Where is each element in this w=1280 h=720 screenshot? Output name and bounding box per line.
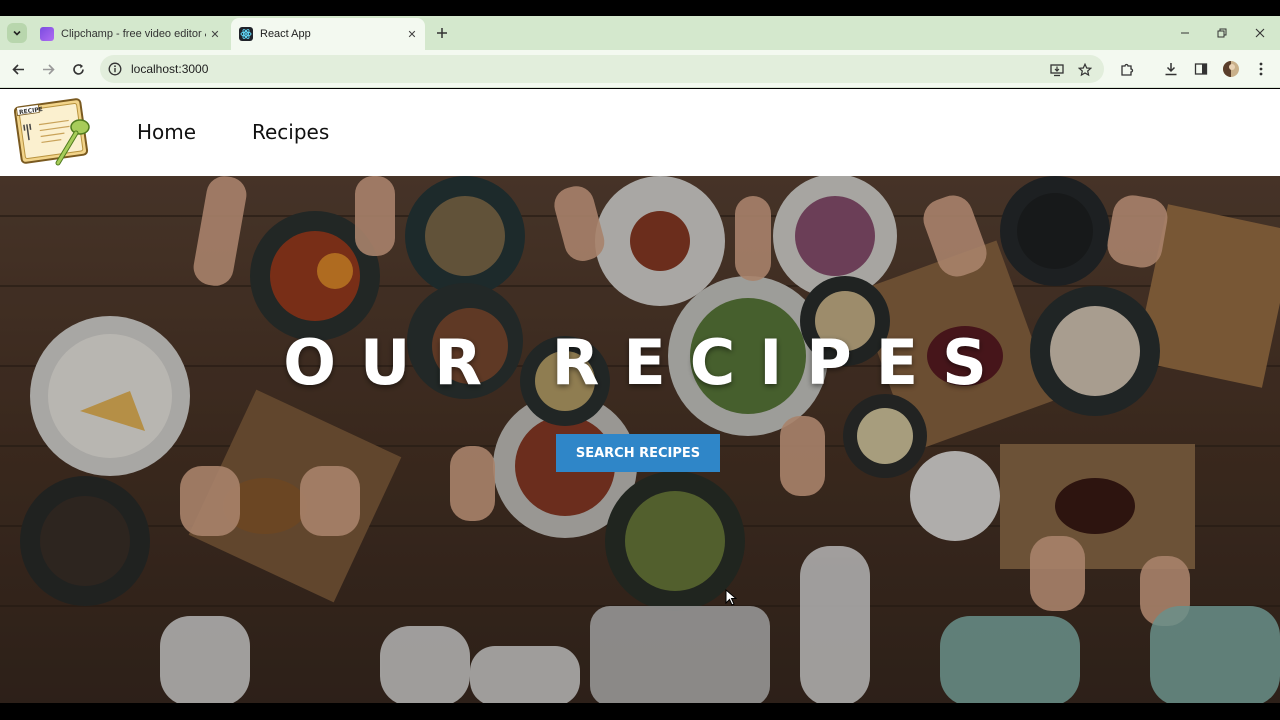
address-bar[interactable]: localhost:3000 — [100, 55, 1104, 83]
forward-button[interactable] — [37, 58, 59, 80]
install-app-button[interactable] — [1048, 61, 1066, 79]
search-recipes-button[interactable]: SEARCH RECIPES — [556, 434, 720, 472]
side-panel-button[interactable] — [1192, 60, 1210, 78]
arrow-left-icon — [11, 63, 24, 75]
tab-title: React App — [260, 28, 311, 40]
hero-title: OUR RECIPES — [283, 326, 1011, 399]
tab-clipchamp[interactable]: Clipchamp - free video editor & ... ✕ — [32, 18, 228, 50]
browser-tab-strip: Clipchamp - free video editor & ... ✕ Re… — [0, 16, 1280, 50]
downloads-button[interactable] — [1162, 60, 1180, 78]
new-tab-button[interactable] — [432, 23, 452, 43]
reload-button[interactable] — [67, 58, 89, 80]
arrow-right-icon — [42, 63, 55, 75]
download-icon — [1165, 63, 1177, 76]
nav-home[interactable]: Home — [137, 120, 196, 144]
url-text[interactable]: localhost:3000 — [131, 62, 208, 76]
nav-recipes[interactable]: Recipes — [252, 120, 329, 144]
browser-toolbar: localhost:3000 — [0, 50, 1280, 88]
profile-avatar[interactable] — [1222, 60, 1240, 78]
reload-icon — [72, 63, 84, 75]
react-icon — [239, 27, 253, 41]
tab-title: Clipchamp - free video editor & ... — [61, 28, 206, 40]
tab-react-app[interactable]: React App ✕ — [231, 18, 425, 50]
tab-search-button[interactable] — [7, 23, 27, 43]
restore-icon — [1217, 28, 1227, 38]
close-icon — [1255, 28, 1265, 38]
more-vertical-icon — [1259, 62, 1263, 76]
back-button[interactable] — [7, 58, 29, 80]
close-tab-icon[interactable]: ✕ — [403, 25, 421, 43]
recipe-book-logo[interactable]: RECIPE — [14, 97, 98, 169]
install-icon — [1050, 64, 1064, 77]
puzzle-icon — [1120, 63, 1133, 76]
screen-bottom-border — [0, 703, 1280, 720]
web-page: RECIPE Home Recipes OUR RECIPES SEARCH R… — [0, 89, 1280, 703]
plus-icon — [437, 28, 447, 38]
close-tab-icon[interactable]: ✕ — [206, 25, 224, 43]
bookmark-button[interactable] — [1076, 61, 1094, 79]
star-icon — [1078, 63, 1092, 77]
browser-menu-button[interactable] — [1252, 60, 1270, 78]
avatar-icon — [1223, 61, 1239, 77]
chevron-down-icon — [13, 30, 21, 36]
close-window-button[interactable] — [1247, 22, 1273, 44]
screen-top-border — [0, 0, 1280, 16]
restore-button[interactable] — [1209, 22, 1235, 44]
extensions-button[interactable] — [1118, 60, 1136, 78]
minimize-button[interactable] — [1172, 22, 1198, 44]
hero-section: OUR RECIPES SEARCH RECIPES — [0, 176, 1280, 703]
site-header: RECIPE Home Recipes — [0, 89, 1280, 176]
side-panel-icon — [1194, 63, 1208, 75]
mouse-cursor-icon — [725, 589, 737, 606]
clipchamp-icon — [40, 27, 54, 41]
minimize-icon — [1181, 32, 1189, 34]
info-icon[interactable] — [108, 62, 122, 76]
